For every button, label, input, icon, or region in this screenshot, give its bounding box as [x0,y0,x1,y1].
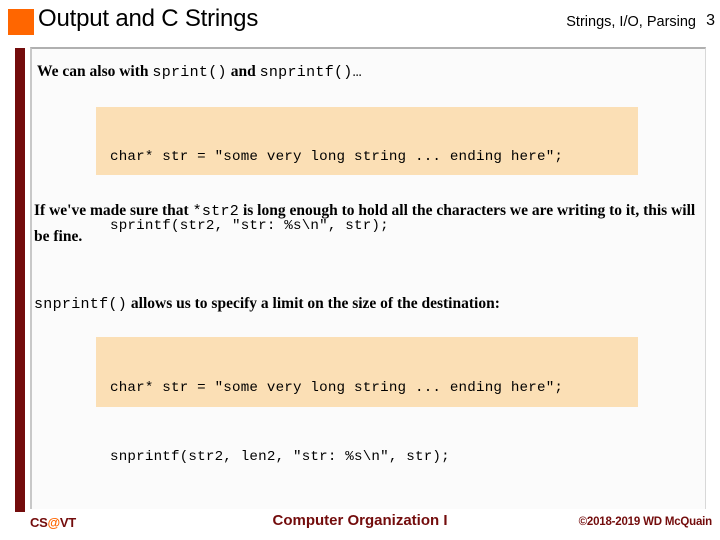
paragraph-buffer-size-note: If we've made sure that *str2 is long en… [34,198,698,249]
footer-copyright: ©2018-2019 WD McQuain [578,516,713,528]
slide-header: Output and C Strings Strings, I/O, Parsi… [0,0,720,46]
para-1-code-sprint: sprint() [152,64,227,81]
para-1-text-mid: and [226,63,260,80]
para-2-text-pre: If we've made sure that [34,202,193,219]
slide-footer: CS@VT Computer Organization I ©2018-2019… [0,510,720,540]
left-accent-bar [15,48,25,512]
para-2-code-str2: *str2 [192,203,240,220]
page-title: Output and C Strings [38,5,259,32]
code-line: snprintf(str2, len2, "str: %s\n", str); [110,449,450,465]
header-topic-label: Strings, I/O, Parsing [566,14,696,30]
para-3-code-snprintf: snprintf() [34,296,128,313]
slide-number: 3 [706,12,715,29]
para-1-text-pre: We can also with [37,63,153,80]
para-1-code-snprintf: snprintf() [259,64,353,81]
code-block-snprintf: char* str = "some very long string ... e… [96,337,638,465]
para-3-text-post: allows us to specify a limit on the size… [127,295,500,312]
slide-content-panel: We can also with sprint() and snprintf()… [30,47,706,509]
code-block-sprintf: char* str = "some very long string ... e… [96,107,638,234]
code-line: char* str = "some very long string ... e… [110,380,564,396]
code-line: char* str = "some very long string ... e… [110,149,564,165]
para-1-ellipsis: … [352,64,362,81]
header-bullet-square-icon [8,9,34,35]
paragraph-snprintf-intro: snprintf() allows us to specify a limit … [34,291,694,317]
paragraph-sprintf-intro: We can also with sprint() and snprintf()… [37,59,697,85]
